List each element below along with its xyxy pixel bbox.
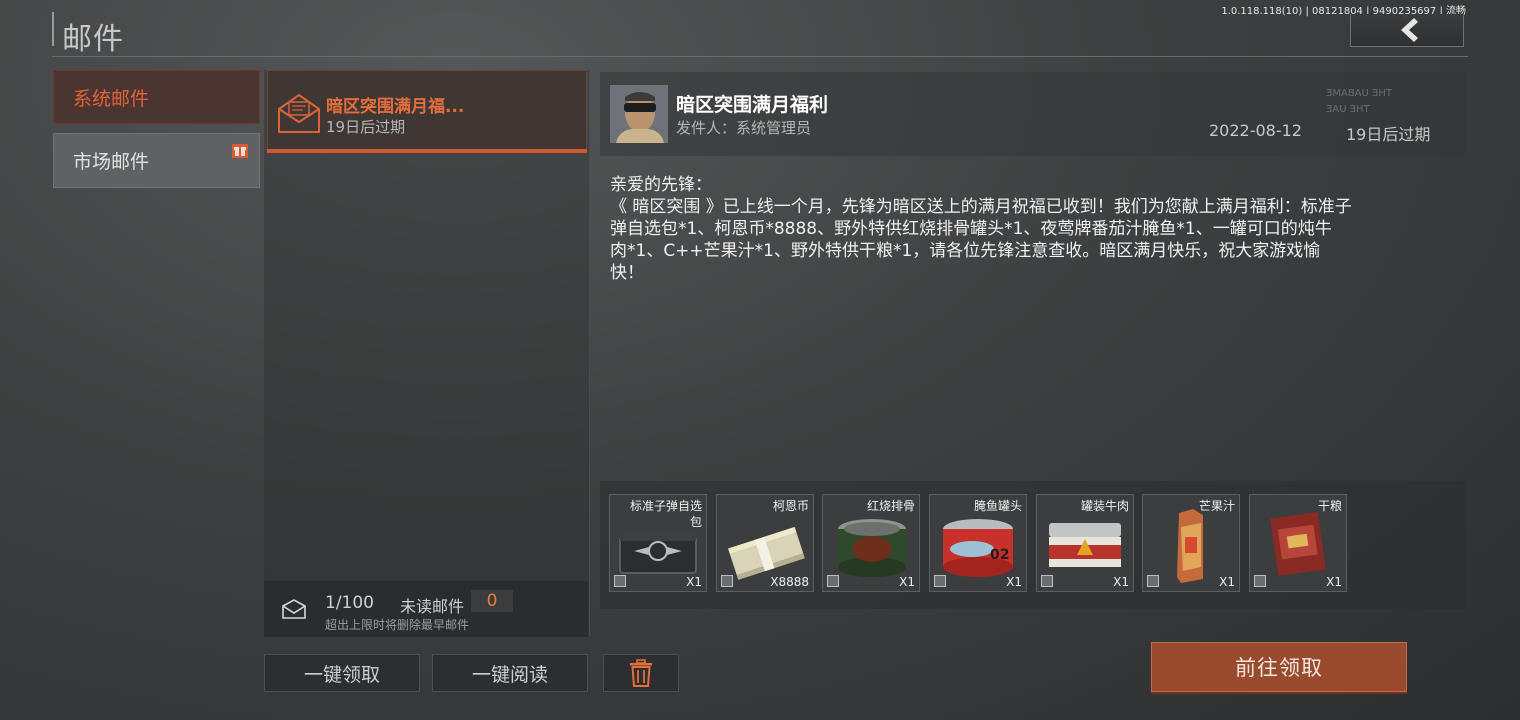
envelope-icon: [276, 91, 322, 139]
mail-date: 2022-08-12: [1209, 121, 1302, 140]
gift-icon: [232, 144, 248, 158]
juice-carton-icon: [1177, 509, 1203, 583]
mail-body: 亲爱的先锋： 《 暗区突围 》已上线一个月，先锋为暗区送上的满月祝福已收到！我们…: [610, 174, 1440, 284]
mail-body-line: 快！: [610, 263, 644, 283]
item-cube-icon: [614, 575, 626, 587]
delete-button[interactable]: [603, 654, 679, 692]
item-cube-icon: [827, 575, 839, 587]
reward-item[interactable]: 罐装牛肉 X1: [1036, 494, 1134, 592]
canned-fish-icon: 02: [943, 519, 1013, 577]
reward-qty: X8888: [770, 575, 809, 589]
item-cube-icon: [1041, 575, 1053, 587]
reward-qty: X1: [899, 575, 915, 589]
go-claim-button[interactable]: 前往领取: [1151, 642, 1407, 692]
mail-item-expire: 19日后过期: [326, 118, 406, 136]
reward-item[interactable]: 柯恩币 X8888: [716, 494, 814, 592]
tab-system-mail[interactable]: 系统邮件: [53, 70, 260, 124]
back-button[interactable]: [1350, 14, 1464, 47]
reward-qty: X1: [1219, 575, 1235, 589]
player-watermark: THE UABAME THE UAE: [1326, 86, 1432, 118]
mail-body-line: 《 暗区突围 》已上线一个月，先锋为暗区送上的满月祝福已收到！我们为您献上满月福…: [610, 197, 1352, 217]
unread-count: 0: [471, 590, 513, 612]
unread-label: 未读邮件: [400, 597, 465, 616]
page-title: 邮件: [62, 22, 124, 57]
tab-system-mail-label: 系统邮件: [73, 87, 150, 110]
back-arrow-icon: [1401, 18, 1418, 42]
reward-item[interactable]: 芒果汁 X1: [1142, 494, 1240, 592]
svg-text:02: 02: [990, 547, 1009, 563]
mail-sender: 发件人：系统管理员: [676, 119, 812, 137]
reward-name: 芒果汁: [1198, 499, 1235, 513]
header-divider: [52, 56, 1468, 57]
reward-item[interactable]: 02 腌鱼罐头 X1: [929, 494, 1027, 592]
item-cube-icon: [1254, 575, 1266, 587]
mail-body-line: 亲爱的先锋：: [610, 175, 712, 195]
reward-item[interactable]: 干粮 X1: [1249, 494, 1347, 592]
mail-item-title: 暗区突围满月福...: [326, 97, 465, 117]
reward-item[interactable]: 标准子弹自选包 X1: [609, 494, 707, 592]
limit-note: 超出上限时将删除最早邮件: [325, 618, 470, 632]
tab-market-mail[interactable]: 市场邮件: [53, 133, 260, 188]
watermark-line-2: THE UAE: [1326, 104, 1370, 115]
reward-name: 腌鱼罐头: [973, 499, 1022, 513]
mail-count-footer: 1/100 未读邮件 0 超出上限时将删除最早邮件: [264, 581, 588, 637]
selected-item-underline: [267, 149, 587, 153]
mail-count-envelope-icon: [282, 599, 306, 623]
canned-beef-icon: [1049, 523, 1121, 567]
mail-body-line: 弹自选包*1、柯恩币*8888、野外特供红烧排骨罐头*1、夜莺牌番茄汁腌鱼*1、…: [610, 219, 1332, 239]
reward-qty: X1: [1113, 575, 1129, 589]
reward-name: 干粮: [1317, 499, 1342, 513]
reward-name: 标准子弹自选包: [629, 499, 702, 529]
reward-qty: X1: [1326, 575, 1342, 589]
trash-icon: [630, 659, 652, 687]
watermark-line-1: THE UABAME: [1326, 88, 1392, 99]
reward-qty: X1: [1006, 575, 1022, 589]
mail-detail-title: 暗区突围满月福利: [676, 94, 829, 116]
item-cube-icon: [934, 575, 946, 587]
claim-all-button[interactable]: 一键领取: [264, 654, 420, 692]
canned-ribs-icon: [838, 519, 906, 577]
mail-list-item[interactable]: 暗区突围满月福... 19日后过期: [267, 70, 587, 152]
tab-market-mail-label: 市场邮件: [73, 151, 150, 173]
mail-expire: 19日后过期: [1346, 125, 1431, 144]
reward-name: 红烧排骨: [866, 499, 915, 513]
ration-pack-icon: [1270, 511, 1326, 577]
ammo-box-icon: [619, 531, 697, 574]
item-cube-icon: [721, 575, 733, 587]
title-accent-bar: [52, 12, 54, 46]
read-all-button[interactable]: 一键阅读: [432, 654, 588, 692]
cash-stack-icon: [728, 526, 805, 580]
item-cube-icon: [1147, 575, 1159, 587]
reward-name: 柯恩币: [772, 499, 809, 513]
sender-avatar: [610, 85, 668, 143]
mail-body-line: 肉*1、C++芒果汁*1、野外特供干粮*1，请各位先锋注意查收。暗区满月快乐，祝…: [610, 241, 1321, 261]
mail-count: 1/100: [325, 593, 374, 613]
reward-qty: X1: [686, 575, 702, 589]
mail-list-panel: [264, 70, 590, 636]
reward-name: 罐装牛肉: [1080, 499, 1129, 513]
reward-item[interactable]: 红烧排骨 X1: [822, 494, 920, 592]
